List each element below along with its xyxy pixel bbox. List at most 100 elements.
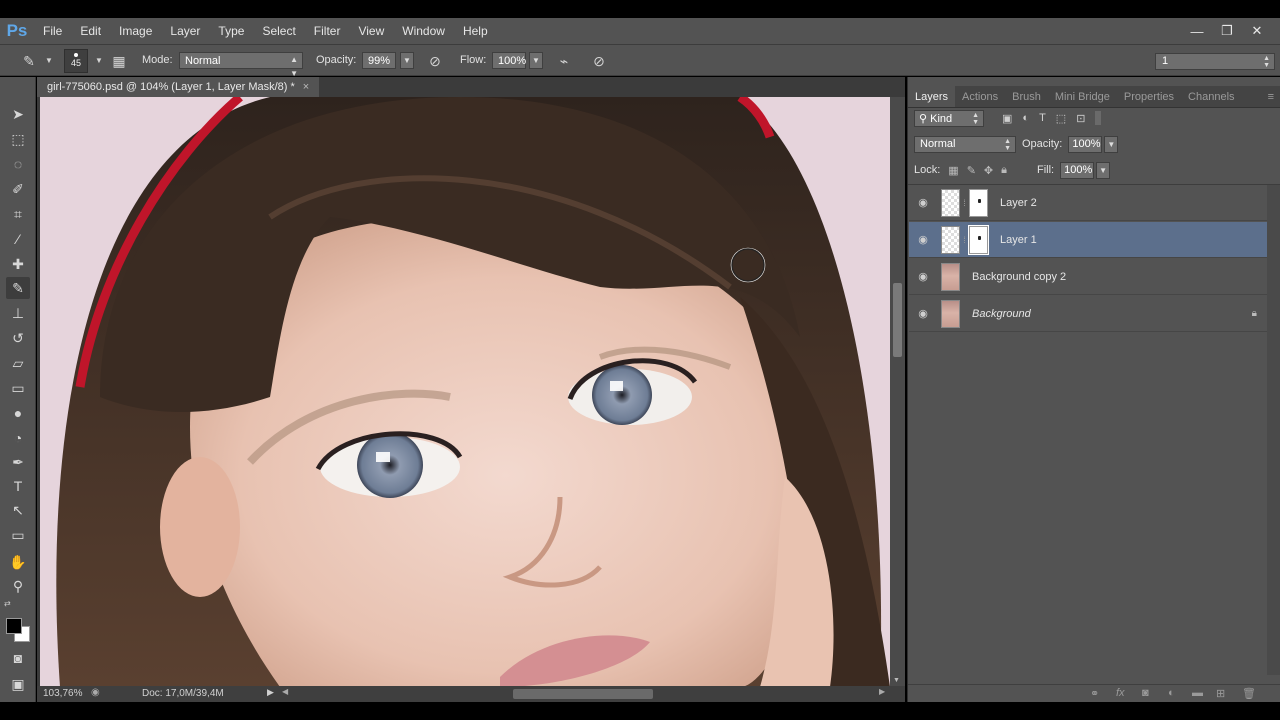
- eye-icon[interactable]: ◉: [909, 196, 937, 209]
- menu-type[interactable]: Type: [209, 18, 253, 44]
- layer-row-selected[interactable]: ◉ ⁞ Layer 1: [909, 222, 1267, 258]
- mode-dropdown[interactable]: Normal ▲ ▼: [179, 52, 303, 78]
- lasso-tool-icon[interactable]: ◌: [6, 153, 30, 175]
- pressure-size-icon[interactable]: ⊘: [590, 52, 608, 70]
- vertical-scrollbar[interactable]: ▼: [890, 97, 905, 687]
- layer-row[interactable]: ◉ ⁞ Layer 2: [909, 185, 1267, 221]
- status-menu-arrow-icon[interactable]: ▶: [267, 687, 274, 698]
- lock-transparent-icon[interactable]: ▦: [948, 164, 958, 177]
- link-icon[interactable]: ⁞: [960, 235, 969, 245]
- minimize-button[interactable]: —: [1182, 24, 1212, 39]
- filter-smart-object-icon[interactable]: ⊡: [1076, 112, 1085, 125]
- quick-select-tool-icon[interactable]: ✐: [6, 178, 30, 200]
- marquee-tool-icon[interactable]: ⬚: [6, 128, 30, 150]
- layer-mask-thumbnail[interactable]: [968, 224, 989, 255]
- restore-button[interactable]: ❐: [1212, 23, 1242, 39]
- brush-tool-icon[interactable]: ✎: [20, 52, 38, 70]
- document-tab[interactable]: girl-775060.psd @ 104% (Layer 1, Layer M…: [37, 77, 320, 97]
- swap-colors-icon[interactable]: ⇄: [4, 599, 11, 608]
- vertical-scroll-thumb[interactable]: [893, 283, 902, 357]
- tool-preset-arrow-icon[interactable]: ▼: [40, 52, 58, 70]
- lock-position-icon[interactable]: ✥: [984, 164, 993, 177]
- scroll-right-icon[interactable]: ▶: [879, 687, 885, 696]
- filter-shape-icon[interactable]: ⬚: [1056, 112, 1066, 125]
- eye-icon[interactable]: ◉: [909, 233, 937, 246]
- new-layer-icon[interactable]: ⊞: [1216, 687, 1225, 700]
- scroll-down-icon[interactable]: ▼: [893, 677, 900, 684]
- lock-all-icon[interactable]: 🔒︎: [1001, 164, 1007, 177]
- layer-opacity-arrow[interactable]: ▼: [1104, 135, 1119, 153]
- blur-tool-icon[interactable]: ●: [6, 402, 30, 424]
- path-select-tool-icon[interactable]: ↖: [6, 499, 30, 521]
- status-info-icon[interactable]: ◉: [91, 687, 100, 698]
- flow-dropdown-arrow[interactable]: ▼: [529, 52, 543, 69]
- layer-mask-thumbnail[interactable]: [969, 188, 988, 217]
- close-button[interactable]: ✕: [1242, 23, 1272, 39]
- eyedropper-tool-icon[interactable]: ⁄: [6, 228, 30, 250]
- adjustment-layer-icon[interactable]: ◐: [1168, 687, 1175, 699]
- brush-preset-picker[interactable]: 45: [64, 49, 88, 73]
- gradient-tool-icon[interactable]: ▭: [6, 377, 30, 399]
- menu-filter[interactable]: Filter: [305, 18, 350, 44]
- eye-icon[interactable]: ◉: [909, 270, 937, 283]
- layer-row[interactable]: ◉ Background 🔒︎: [909, 296, 1267, 332]
- pen-tool-icon[interactable]: ✒: [6, 451, 30, 473]
- filter-type-icon[interactable]: T: [1039, 112, 1046, 124]
- menu-edit[interactable]: Edit: [71, 18, 110, 44]
- flow-field[interactable]: 100%: [492, 52, 526, 69]
- scroll-left-icon[interactable]: ◀: [282, 687, 288, 696]
- fill-field[interactable]: 100%: [1060, 161, 1095, 179]
- pressure-opacity-icon[interactable]: ⊘: [426, 52, 444, 70]
- link-icon[interactable]: ⁞: [960, 198, 969, 208]
- layer-opacity-field[interactable]: 100%: [1068, 135, 1103, 153]
- foreground-color-swatch[interactable]: [6, 618, 22, 634]
- type-tool-icon[interactable]: T: [6, 475, 30, 497]
- airbrush-icon[interactable]: ⌁: [555, 52, 573, 70]
- eye-icon[interactable]: ◉: [909, 307, 937, 320]
- menu-window[interactable]: Window: [393, 18, 454, 44]
- brush-tool-icon[interactable]: ✎: [6, 277, 30, 299]
- dodge-tool-icon[interactable]: ◔: [6, 427, 30, 449]
- history-brush-tool-icon[interactable]: ↺: [6, 327, 30, 349]
- add-mask-icon[interactable]: ◙: [1142, 687, 1149, 699]
- menu-layer[interactable]: Layer: [161, 18, 209, 44]
- workspace-select[interactable]: 1 ▲ ▼: [1155, 53, 1275, 70]
- menu-image[interactable]: Image: [110, 18, 161, 44]
- document-canvas[interactable]: [40, 97, 890, 687]
- zoom-tool-icon[interactable]: ⚲: [6, 575, 30, 597]
- horizontal-scroll-thumb[interactable]: [513, 689, 653, 699]
- layer-row[interactable]: ◉ Background copy 2: [909, 259, 1267, 295]
- menu-view[interactable]: View: [349, 18, 393, 44]
- eraser-tool-icon[interactable]: ▱: [6, 352, 30, 374]
- tab-mini-bridge[interactable]: Mini Bridge: [1048, 86, 1117, 107]
- panel-menu-icon[interactable]: ≡: [1261, 86, 1280, 107]
- delete-layer-icon[interactable]: 🗑︎: [1242, 687, 1256, 700]
- filter-image-icon[interactable]: ▣: [1002, 112, 1012, 125]
- shape-tool-icon[interactable]: ▭: [6, 524, 30, 546]
- tab-actions[interactable]: Actions: [955, 86, 1005, 107]
- move-tool-icon[interactable]: ➤: [6, 103, 30, 125]
- filter-toggle[interactable]: [1095, 111, 1102, 125]
- tab-brush[interactable]: Brush: [1005, 86, 1048, 107]
- crop-tool-icon[interactable]: ⌗: [6, 203, 30, 225]
- fill-arrow[interactable]: ▼: [1096, 161, 1111, 179]
- opacity-dropdown-arrow[interactable]: ▼: [400, 52, 414, 69]
- lock-pixels-icon[interactable]: ✎: [967, 164, 976, 177]
- opacity-field[interactable]: 99%: [362, 52, 396, 69]
- link-layers-icon[interactable]: ⚭: [1090, 687, 1099, 700]
- filter-adjustment-icon[interactable]: ◐: [1022, 112, 1029, 124]
- kind-filter-dropdown[interactable]: ⚲ Kind ▲ ▼: [914, 109, 984, 127]
- layer-style-icon[interactable]: fx: [1116, 687, 1125, 699]
- blend-mode-dropdown[interactable]: Normal ▲ ▼: [914, 135, 1016, 153]
- close-tab-icon[interactable]: ×: [303, 81, 309, 93]
- quick-mask-icon[interactable]: ◙: [6, 647, 30, 669]
- menu-select[interactable]: Select: [253, 18, 304, 44]
- tab-layers[interactable]: Layers: [908, 86, 956, 107]
- menu-help[interactable]: Help: [454, 18, 497, 44]
- layers-scrollbar[interactable]: [1267, 185, 1280, 675]
- brush-picker-arrow-icon[interactable]: ▼: [90, 52, 108, 70]
- brush-panel-toggle-icon[interactable]: ▦: [110, 52, 128, 70]
- screen-mode-icon[interactable]: ▣: [6, 673, 30, 695]
- zoom-level[interactable]: 103,76%: [43, 688, 82, 699]
- hand-tool-icon[interactable]: ✋: [6, 551, 30, 573]
